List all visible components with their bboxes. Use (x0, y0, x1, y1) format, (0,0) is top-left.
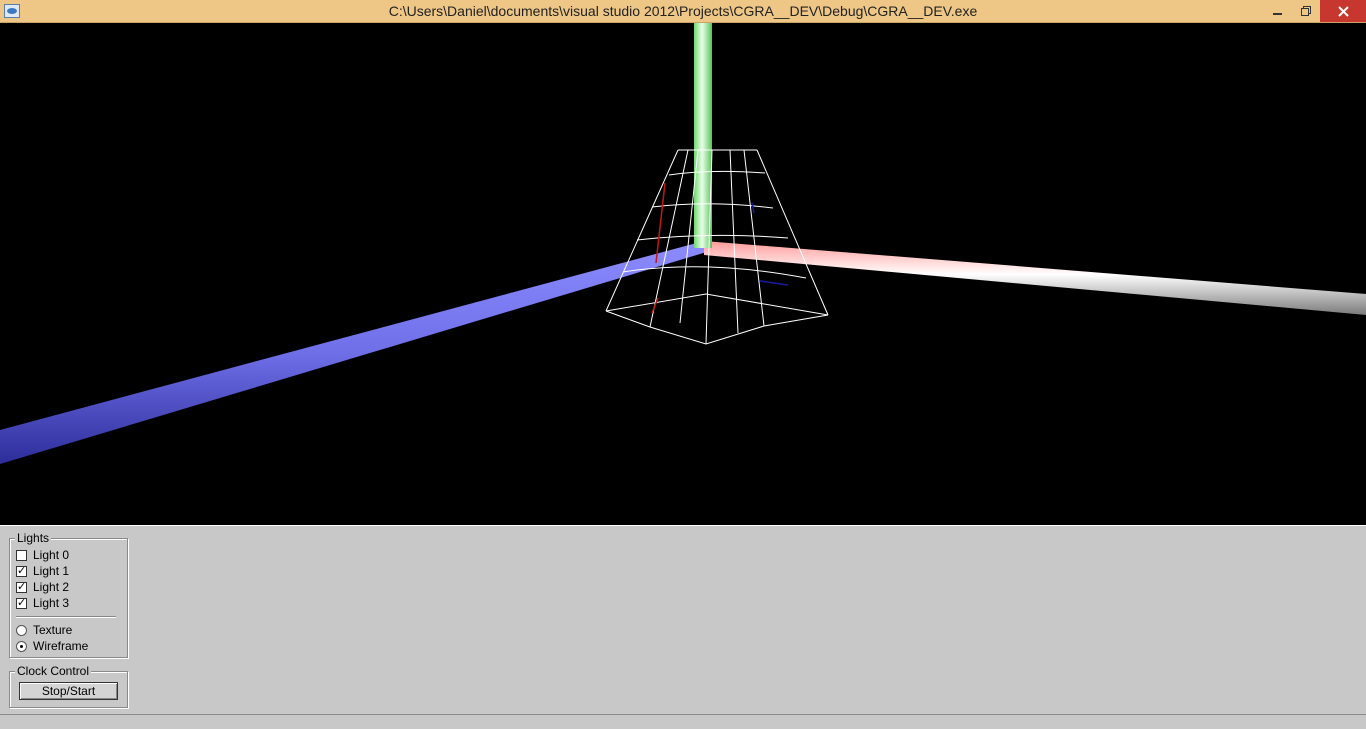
status-bar (0, 714, 1366, 729)
light-1-checkbox[interactable]: Light 1 (16, 564, 69, 578)
window-title: C:\Users\Daniel\documents\visual studio … (388, 3, 978, 19)
clock-control-group: Clock Control Stop/Start (9, 664, 128, 708)
light-0-checkbox[interactable]: Light 0 (16, 548, 69, 562)
wireframe-label: Wireframe (33, 639, 89, 653)
light-2-label: Light 2 (33, 580, 70, 594)
light-3-label: Light 3 (33, 596, 70, 610)
z-axis-cylinder (0, 241, 710, 464)
wireframe-radio[interactable]: Wireframe (16, 639, 88, 653)
minimize-icon (1273, 13, 1282, 15)
light-0-label: Light 0 (33, 548, 70, 562)
close-button[interactable] (1320, 0, 1366, 22)
lights-group-title: Lights (15, 531, 52, 545)
minimize-button[interactable] (1264, 0, 1292, 22)
texture-label: Texture (33, 623, 73, 637)
checkbox-checked-icon[interactable] (16, 596, 27, 610)
checkbox-checked-icon[interactable] (16, 580, 27, 594)
radio-selected-icon[interactable] (16, 640, 27, 652)
texture-radio[interactable]: Texture (16, 623, 72, 637)
clock-control-title: Clock Control (15, 664, 92, 678)
title-bar[interactable]: C:\Users\Daniel\documents\visual studio … (0, 0, 1366, 23)
restore-button[interactable] (1292, 0, 1320, 22)
control-panel: Lights Light 0 Light 1 Light 2 Light 3 T… (0, 525, 1366, 729)
checkbox-icon[interactable] (16, 549, 27, 561)
stop-start-button[interactable]: Stop/Start (19, 682, 118, 700)
radio-icon[interactable] (16, 624, 27, 636)
opengl-viewport[interactable] (0, 23, 1366, 525)
light-1-label: Light 1 (33, 564, 70, 578)
separator (16, 616, 116, 618)
close-icon (1337, 5, 1349, 17)
y-axis-cylinder (694, 23, 712, 248)
lights-group: Lights Light 0 Light 1 Light 2 Light 3 T… (9, 531, 128, 658)
restore-icon (1300, 5, 1311, 16)
light-3-checkbox[interactable]: Light 3 (16, 596, 69, 610)
checkbox-checked-icon[interactable] (16, 564, 27, 578)
light-2-checkbox[interactable]: Light 2 (16, 580, 69, 594)
